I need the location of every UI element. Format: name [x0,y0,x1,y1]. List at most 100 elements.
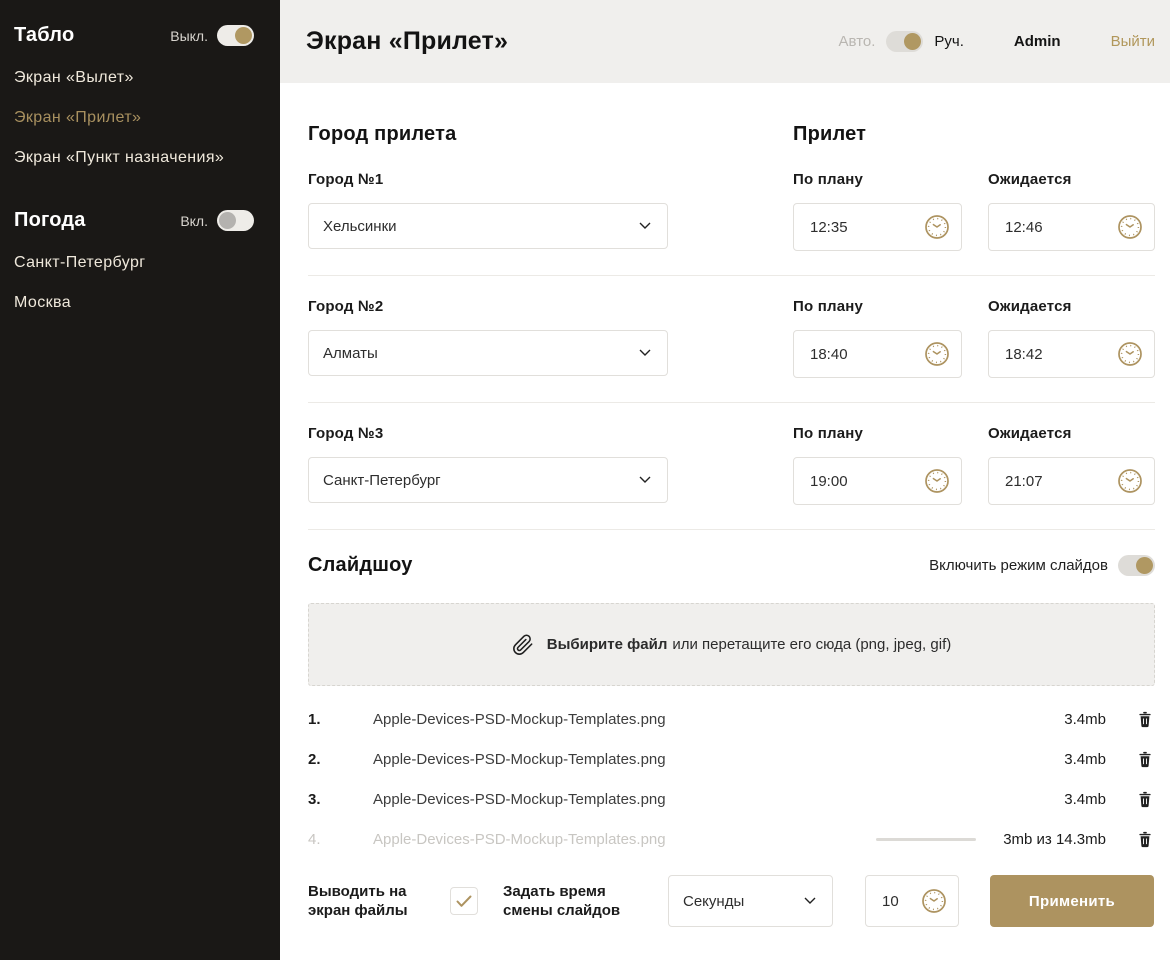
planned-2-label: По плану [793,298,962,315]
file-thumbnail [329,823,361,855]
file-size: 3.4mb [1064,711,1106,728]
file-upload-status: 3mb из 14.3mb [1003,831,1106,848]
sidebar-section-board-header: Табло Выкл. [14,24,254,47]
user-name[interactable]: Admin [1014,33,1061,50]
expected-3-field [988,457,1155,505]
arrivals-headings: Город прилета Прилет [308,123,1155,146]
arrival-row-3: Город №3 Санкт-Петербург По плану Ожидае… [308,425,1155,530]
file-row: 2. Apple-Devices-PSD-Mockup-Templates.pn… [308,739,1155,779]
planned-3-input[interactable] [808,472,878,491]
clock-icon[interactable] [924,214,950,240]
mode-toggle[interactable] [886,31,923,52]
main-area: Экран «Прилет» Авто. Руч. Admin Выйти Го… [280,0,1170,960]
slideshow-header: Слайдшоу Включить режим слайдов [308,554,1155,577]
city-1-value: Хельсинки [323,218,397,235]
board-toggle-group: Выкл. [170,25,254,46]
planned-3-field [793,457,962,505]
weather-toggle-knob [219,212,236,229]
time-unit-select[interactable]: Секунды [668,875,833,927]
planned-2-input[interactable] [808,345,878,364]
file-row: 3. Apple-Devices-PSD-Mockup-Templates.pn… [308,779,1155,819]
arrival-row-2: Город №2 Алматы По плану Ожидается [308,298,1155,403]
arrival-heading: Прилет [793,123,866,146]
planned-3-label: По плану [793,425,962,442]
paperclip-icon [512,633,534,657]
expected-3-label: Ожидается [988,425,1155,442]
city-3-select[interactable]: Санкт-Петербург [308,457,668,503]
board-toggle-knob [235,27,252,44]
sidebar-item-moscow[interactable]: Москва [14,294,254,312]
expected-1-input[interactable] [1003,218,1073,237]
file-name: Apple-Devices-PSD-Mockup-Templates.png [373,831,876,848]
clock-icon[interactable] [1117,468,1143,494]
file-row-uploading: 4. Apple-Devices-PSD-Mockup-Templates.pn… [308,819,1155,859]
planned-1-field [793,203,962,251]
city-3-value: Санкт-Петербург [323,472,441,489]
file-index: 3. [308,791,329,808]
slideshow-toggle-group: Включить режим слайдов [929,555,1155,576]
file-name: Apple-Devices-PSD-Mockup-Templates.png [373,751,1064,768]
clock-icon[interactable] [921,888,947,914]
sidebar-item-departure-screen[interactable]: Экран «Вылет» [14,69,254,87]
file-index: 4. [308,831,329,848]
planned-2-field [793,330,962,378]
file-thumbnail [329,743,361,775]
slideshow-footer: Выводить на экран файлы Задать время сме… [308,875,1155,927]
expected-3-input[interactable] [1003,472,1073,491]
sidebar-item-saint-petersburg[interactable]: Санкт-Петербург [14,254,254,272]
chevron-down-icon [804,897,816,905]
clock-icon[interactable] [924,468,950,494]
delete-file-button[interactable] [1137,709,1155,729]
clock-icon[interactable] [1117,214,1143,240]
weather-toggle-label: Вкл. [180,213,208,229]
expected-2-field [988,330,1155,378]
topbar: Экран «Прилет» Авто. Руч. Admin Выйти [280,0,1170,83]
delete-file-button[interactable] [1137,749,1155,769]
file-dropzone[interactable]: Выбирите файл или перетащите его сюда (p… [308,603,1155,686]
page-title: Экран «Прилет» [306,27,508,56]
interval-input[interactable] [880,892,916,911]
chevron-down-icon [639,476,651,484]
mode-toggle-knob [904,33,921,50]
display-files-label: Выводить на экран файлы [308,882,426,920]
board-toggle-label: Выкл. [170,28,208,44]
sidebar: Табло Выкл. Экран «Вылет» Экран «Прилет»… [0,0,280,960]
file-index: 1. [308,711,329,728]
slideshow-toggle[interactable] [1118,555,1155,576]
weather-section-title: Погода [14,209,86,232]
city-2-select[interactable]: Алматы [308,330,668,376]
mode-manual-label[interactable]: Руч. [934,33,964,50]
sidebar-item-arrival-screen[interactable]: Экран «Прилет» [14,109,254,127]
slideshow-toggle-label: Включить режим слайдов [929,557,1108,574]
weather-toggle[interactable] [217,210,254,231]
logout-link[interactable]: Выйти [1111,33,1155,50]
city-1-select[interactable]: Хельсинки [308,203,668,249]
board-section-title: Табло [14,24,74,47]
display-files-checkbox[interactable] [450,887,478,915]
upload-progress-bar [876,838,976,841]
city-2-label: Город №2 [308,298,793,315]
mode-auto-label[interactable]: Авто. [839,33,876,50]
apply-button[interactable]: Применить [990,875,1154,927]
file-row: 1. Apple-Devices-PSD-Mockup-Templates.pn… [308,699,1155,739]
delete-file-button[interactable] [1137,789,1155,809]
dropzone-hint: или перетащите его сюда (png, jpeg, gif) [672,636,951,653]
clock-icon[interactable] [1117,341,1143,367]
slide-time-label: Задать время смены слайдов [503,882,655,920]
arrival-row-1: Город №1 Хельсинки По плану Ожидается [308,171,1155,276]
planned-1-input[interactable] [808,218,878,237]
clock-icon[interactable] [924,341,950,367]
delete-file-button[interactable] [1137,829,1155,849]
city-3-label: Город №3 [308,425,793,442]
expected-2-input[interactable] [1003,345,1073,364]
file-size: 3.4mb [1064,751,1106,768]
city-1-label: Город №1 [308,171,793,188]
city-2-value: Алматы [323,345,378,362]
expected-2-label: Ожидается [988,298,1155,315]
board-toggle[interactable] [217,25,254,46]
weather-toggle-group: Вкл. [180,210,254,231]
sidebar-item-destination-screen[interactable]: Экран «Пункт назначения» [14,149,254,167]
chevron-down-icon [639,222,651,230]
planned-1-label: По плану [793,171,962,188]
file-list: 1. Apple-Devices-PSD-Mockup-Templates.pn… [308,699,1155,859]
